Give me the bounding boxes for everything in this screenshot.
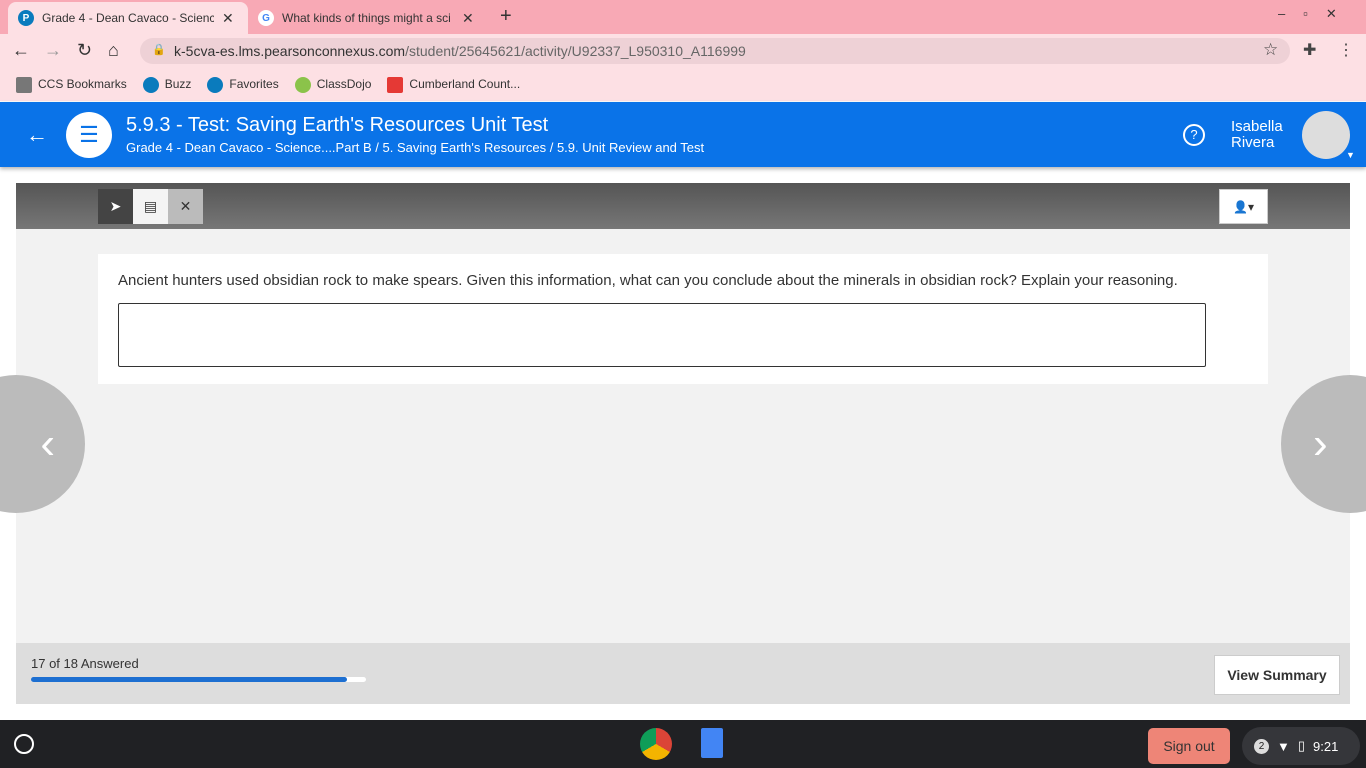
docs-icon[interactable] <box>701 728 723 758</box>
close-tool-icon[interactable]: ✕ <box>168 189 203 224</box>
back-arrow-icon[interactable]: ← <box>26 122 48 148</box>
chrome-icon[interactable] <box>640 728 672 760</box>
view-summary-button[interactable]: View Summary <box>1214 655 1340 695</box>
status-tray[interactable]: 2 ▼ ▯ 9:21 <box>1242 727 1360 765</box>
avatar[interactable] <box>1302 111 1350 159</box>
notification-badge: 2 <box>1254 738 1269 754</box>
pearson-icon <box>207 76 224 93</box>
bookmark-label: ClassDojo <box>316 76 372 91</box>
help-icon[interactable]: ? <box>1183 124 1205 146</box>
folder-icon <box>16 76 32 93</box>
answer-input[interactable] <box>118 303 1206 367</box>
sign-out-button[interactable]: Sign out <box>1148 728 1230 764</box>
accessibility-menu-icon[interactable]: 👤▾ <box>1219 189 1268 224</box>
chevron-down-icon[interactable]: ▼ <box>1346 150 1355 160</box>
chevron-right-icon: › <box>1313 419 1328 468</box>
bookmark-buzz[interactable]: Buzz <box>142 76 192 93</box>
battery-icon: ▯ <box>1297 738 1306 753</box>
tab-title: What kinds of things might a sci <box>282 11 451 25</box>
progress-bar <box>31 677 366 682</box>
wifi-icon: ▼ <box>1277 738 1290 754</box>
reload-icon[interactable]: ↻ <box>77 40 92 61</box>
bookmark-cumberland[interactable]: Cumberland Count... <box>387 76 521 93</box>
pointer-tool-icon[interactable]: ➤ <box>98 189 133 224</box>
bookmark-label: Favorites <box>229 76 279 91</box>
tool-bar <box>16 183 1350 229</box>
classdojo-icon <box>294 76 311 93</box>
google-icon: G <box>258 10 274 26</box>
address-bar[interactable]: k-5cva-es.lms.pearsonconnexus.com/studen… <box>140 38 1290 64</box>
new-tab-icon[interactable]: + <box>500 5 512 28</box>
bookmarks-bar: CCS Bookmarks Buzz Favorites ClassDojo C… <box>0 68 1366 101</box>
star-icon[interactable]: ☆ <box>1263 40 1278 60</box>
progress-text: 17 of 18 Answered <box>31 656 139 671</box>
chevron-left-icon: ‹ <box>40 419 55 468</box>
user-last: Rivera <box>1231 134 1275 151</box>
url-path: /student/25645621/activity/U92337_L95031… <box>405 43 746 59</box>
window-controls[interactable]: –▫✕ <box>1278 6 1355 22</box>
progress-fill <box>31 677 348 682</box>
close-tab-icon[interactable]: ✕ <box>222 10 234 27</box>
tab-title: Grade 4 - Dean Cavaco - Science <box>42 11 214 25</box>
user-name[interactable]: Isabella Rivera <box>1231 119 1283 151</box>
gmail-icon <box>387 76 404 93</box>
home-icon[interactable]: ⌂ <box>108 40 119 61</box>
menu-icon[interactable]: ⋮ <box>1338 40 1354 60</box>
pearson-icon <box>142 76 159 93</box>
bookmark-label: CCS Bookmarks <box>38 76 127 91</box>
bookmark-ccs[interactable]: CCS Bookmarks <box>16 76 127 93</box>
close-tab-icon[interactable]: ✕ <box>462 10 474 27</box>
tab-pearson[interactable]: P Grade 4 - Dean Cavaco - Science ✕ <box>8 2 248 34</box>
question-text: Ancient hunters used obsidian rock to ma… <box>118 272 1178 289</box>
forward-icon[interactable]: → <box>44 40 62 61</box>
bookmark-label: Buzz <box>164 76 192 91</box>
clock: 9:21 <box>1313 738 1339 754</box>
bookmark-favorites[interactable]: Favorites <box>207 76 279 93</box>
bookmark-label: Cumberland Count... <box>409 76 521 91</box>
tab-google[interactable]: G What kinds of things might a sci ✕ <box>248 2 486 34</box>
back-icon[interactable]: ← <box>12 40 30 61</box>
pearson-icon: P <box>18 10 34 26</box>
bookmark-classdojo[interactable]: ClassDojo <box>294 76 372 93</box>
lock-icon: 🔒 <box>152 44 166 56</box>
user-first: Isabella <box>1231 118 1283 135</box>
extensions-icon[interactable]: ✚ <box>1303 40 1316 60</box>
breadcrumb[interactable]: Grade 4 - Dean Cavaco - Science....Part … <box>126 140 704 155</box>
url-host: k-5cva-es.lms.pearsonconnexus.com <box>174 43 406 59</box>
note-tool-icon[interactable]: ▤ <box>133 189 168 224</box>
launcher-icon[interactable] <box>14 734 34 754</box>
page-title: 5.9.3 - Test: Saving Earth's Resources U… <box>126 114 549 136</box>
progress-footer <box>16 643 1350 704</box>
checklist-icon: ☰ <box>66 112 112 158</box>
